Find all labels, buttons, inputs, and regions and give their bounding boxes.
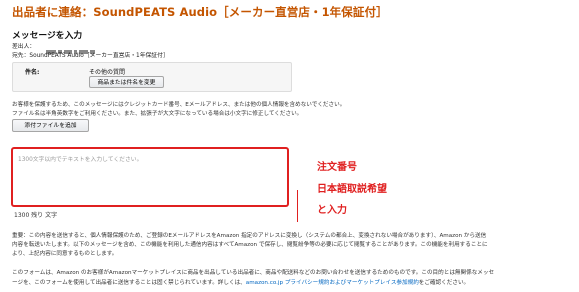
annotation-order-number: 注文番号 [317,162,357,173]
annotation-japanese-manual: 日本語取説希望 [317,184,387,195]
privacy-policy-link[interactable]: amazon.co.jp プライバシー規約およびマーケットプレイス参加規約 [246,280,419,286]
redacted-sender-name [46,41,108,54]
filename-notice: ファイル名は半角英数字をご利用ください。また、拡張子が大文字になっている場合は小… [12,111,303,117]
footer-important-line3: より、上記内容に同意するものとします。 [12,251,118,257]
page-title: 出品者に連絡：SoundPEATS Audio［メーカー直営店・1年保証付］ [12,5,388,19]
add-attachment-button[interactable]: 添付ファイルを追加 [12,119,89,132]
footer-form-line2: ージを、このフォームを使用して出品者に送信することは固く禁じられています。詳しく… [12,278,469,286]
section-title: メッセージを入力 [12,31,83,41]
footer-important-line2: 内容を転送いたします。以下のメッセージを含め、この機能を利用した通信内容はすべて… [12,242,488,248]
subject-value: その他の質問 [89,69,126,76]
annotation-enter: と入力 [317,205,347,216]
privacy-notice: お客様を保護するため、このメッセージにはクレジットカード番号、Eメールアドレス、… [12,102,346,108]
footer-form-prefix: ージを、このフォームを使用して出品者に送信することは固く禁じられています。詳しく… [12,280,246,286]
message-textarea[interactable] [15,152,285,203]
char-counter: 1300 残り 文字 [14,212,58,219]
footer-important-line1: 重要：この内容を送信すると、個人情報保護のため、ご登録のEメールアドレスをAma… [12,233,487,239]
subject-label: 件名: [25,69,40,76]
footer-form-suffix: をご確認ください。 [418,280,470,286]
sender-label: 差出人： [12,44,36,50]
change-subject-button[interactable]: 商品または件名を変更 [89,76,164,88]
footer-form-line1: このフォームは、Amazon のお客様がAmazonマーケットプレイスに商品を出… [12,270,495,276]
annotation-line [297,190,298,222]
recipient-line: 宛先：SoundPEATS Audio［メーカー直営店・1年保証付］ [12,53,169,59]
